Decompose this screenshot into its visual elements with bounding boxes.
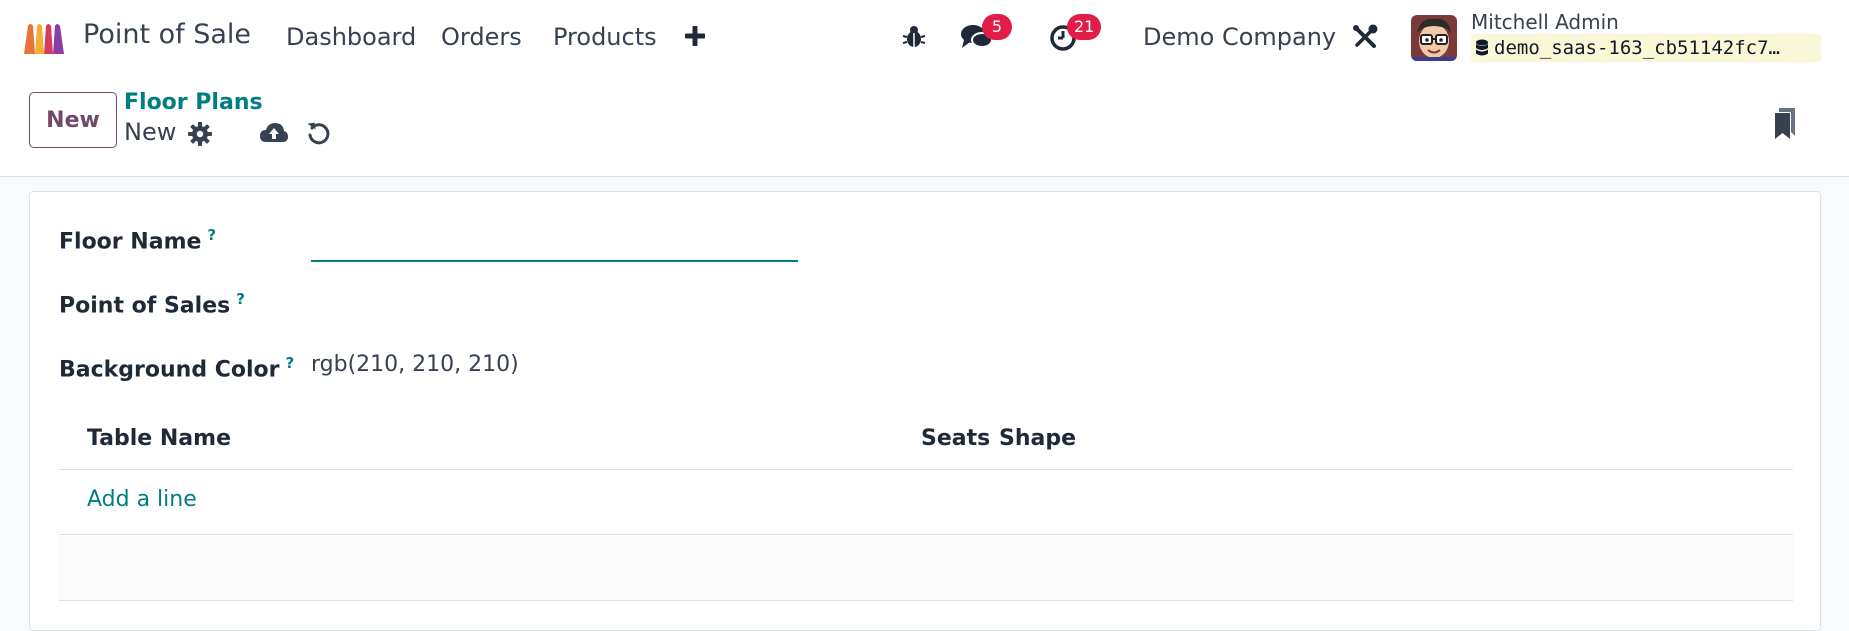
- activities-badge: 21: [1067, 14, 1102, 40]
- breadcrumb-current: New: [124, 118, 177, 146]
- tools-icon[interactable]: [1351, 23, 1379, 51]
- company-switcher[interactable]: Demo Company: [1143, 23, 1336, 51]
- background-color-label-text: Background Color: [59, 357, 280, 383]
- column-table-name[interactable]: Table Name: [87, 426, 231, 451]
- background-color-label: Background Color?: [59, 354, 294, 382]
- point-of-sales-help[interactable]: ?: [236, 290, 245, 308]
- point-of-sales-label: Point of Sales?: [59, 290, 245, 318]
- add-a-line-link[interactable]: Add a line: [87, 487, 197, 512]
- database-name: demo_saas-163_cb51142fc7…: [1494, 37, 1780, 59]
- column-shape[interactable]: Shape: [999, 426, 1076, 451]
- point-of-sales-label-text: Point of Sales: [59, 293, 231, 319]
- control-panel: New Floor Plans New: [0, 76, 1849, 177]
- menu-dashboard[interactable]: Dashboard: [286, 23, 416, 51]
- bookmark-icon[interactable]: [1773, 106, 1797, 140]
- top-navbar: Point of Sale Dashboard Orders Products …: [0, 0, 1849, 76]
- app-logo-icon[interactable]: [22, 20, 68, 56]
- discard-icon[interactable]: [306, 120, 332, 146]
- avatar[interactable]: [1411, 15, 1457, 61]
- tables-header: Table Name Seats Shape: [59, 420, 1793, 470]
- background-color-value[interactable]: rgb(210, 210, 210): [311, 352, 519, 377]
- breadcrumb-floor-plans[interactable]: Floor Plans: [124, 90, 263, 115]
- add-line-row: Add a line: [59, 471, 1793, 535]
- column-seats[interactable]: Seats: [921, 426, 990, 451]
- plus-icon[interactable]: [684, 25, 706, 47]
- bug-icon[interactable]: [901, 24, 927, 50]
- app-name[interactable]: Point of Sale: [83, 19, 251, 50]
- point-of-sales-field[interactable]: [311, 284, 798, 324]
- background-color-help[interactable]: ?: [286, 354, 295, 372]
- cloud-upload-icon[interactable]: [259, 120, 289, 146]
- menu-orders[interactable]: Orders: [441, 23, 522, 51]
- messages-badge: 5: [982, 14, 1012, 40]
- user-name[interactable]: Mitchell Admin: [1471, 10, 1619, 34]
- floor-name-label-text: Floor Name: [59, 229, 202, 255]
- floor-name-help[interactable]: ?: [207, 226, 216, 244]
- form-sheet: Floor Name? Point of Sales? Background C…: [29, 191, 1821, 631]
- table-row: [59, 536, 1793, 601]
- database-icon: [1476, 39, 1488, 56]
- floor-name-input[interactable]: [311, 230, 798, 262]
- menu-products[interactable]: Products: [553, 23, 657, 51]
- floor-name-label: Floor Name?: [59, 226, 216, 254]
- new-button[interactable]: New: [29, 92, 117, 148]
- gear-icon[interactable]: [188, 122, 212, 146]
- database-chip[interactable]: demo_saas-163_cb51142fc7…: [1471, 34, 1821, 62]
